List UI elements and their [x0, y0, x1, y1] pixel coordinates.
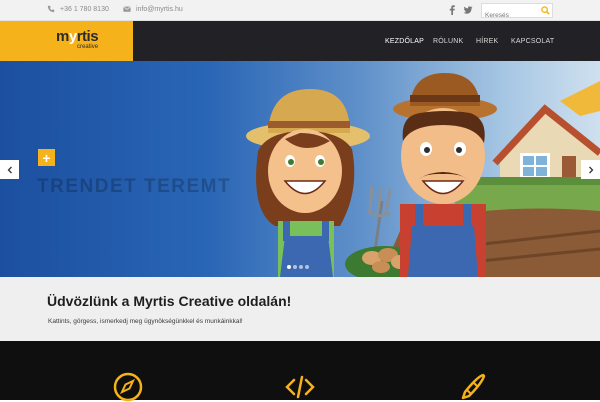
hero-slider: TRENDET TEREMT +	[0, 61, 600, 277]
logo-subtitle: creative	[77, 44, 99, 50]
email-address[interactable]: info@myrtis.hu	[136, 6, 183, 13]
code-icon	[285, 375, 315, 399]
nav-item-home[interactable]: KEZDŐLAP	[385, 38, 424, 45]
chevron-left-icon	[7, 166, 12, 173]
woman-farmer	[246, 89, 370, 277]
services-section	[0, 341, 600, 402]
pen-icon	[461, 373, 486, 400]
twitter-icon[interactable]	[463, 5, 473, 15]
nav-item-about[interactable]: RÓLUNK	[433, 38, 463, 45]
logo-wordmark: myrtis	[56, 28, 99, 45]
site-header: myrtis creative KEZDŐLAP RÓLUNK HÍREK KA…	[0, 21, 600, 61]
search-icon[interactable]	[541, 6, 550, 15]
search-box	[481, 3, 553, 22]
logo-area[interactable]: myrtis creative	[0, 21, 133, 61]
slider-next-button[interactable]	[581, 160, 600, 179]
slider-prev-button[interactable]	[0, 160, 19, 179]
slider-dot-1[interactable]	[287, 265, 291, 269]
expand-button[interactable]: +	[38, 149, 55, 166]
man-farmer	[393, 73, 497, 277]
slider-dot-4[interactable]	[305, 265, 309, 269]
phone-contact: +36 1 780 8130	[47, 5, 109, 13]
nav-item-news[interactable]: HÍREK	[476, 38, 498, 45]
welcome-text: Kattints, görgess, ismerkedj meg ügynöks…	[48, 318, 243, 325]
chevron-right-icon	[588, 166, 593, 173]
facebook-icon[interactable]	[449, 5, 455, 15]
hero-illustration	[246, 73, 600, 277]
slider-dot-3[interactable]	[299, 265, 303, 269]
phone-icon	[47, 5, 55, 13]
top-bar: +36 1 780 8130 info@myrtis.hu	[0, 0, 600, 22]
slider-dot-2[interactable]	[293, 265, 297, 269]
welcome-title: Üdvözlünk a Myrtis Creative oldalán!	[47, 293, 292, 309]
nav-item-contact[interactable]: KAPCSOLAT	[511, 38, 554, 45]
envelope-icon	[123, 6, 131, 12]
social-links	[449, 5, 473, 15]
email-contact: info@myrtis.hu	[123, 5, 183, 13]
logo[interactable]: myrtis creative	[56, 28, 99, 51]
compass-icon	[113, 372, 143, 402]
slide-caption: TRENDET TEREMT	[37, 176, 232, 197]
welcome-section: Üdvözlünk a Myrtis Creative oldalán! Kat…	[0, 277, 600, 341]
slider-dots	[287, 265, 309, 269]
phone-number[interactable]: +36 1 780 8130	[60, 6, 109, 13]
